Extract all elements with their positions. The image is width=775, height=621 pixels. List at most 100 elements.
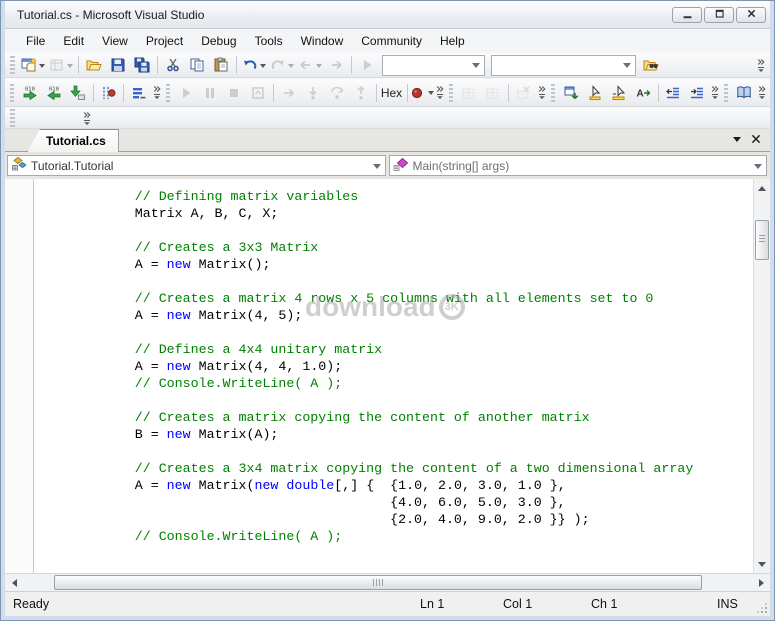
active-files-dropdown-button[interactable] [733, 137, 741, 146]
find-in-files-button[interactable] [639, 54, 663, 76]
obj-browser-icon [563, 85, 579, 101]
step-out-code-button[interactable]: 010 [42, 82, 66, 104]
new-breakpoint-grid-1-button[interactable] [457, 82, 481, 104]
stop-debugging-button[interactable] [222, 82, 246, 104]
code-editor[interactable]: // Defining matrix variables Matrix A, B… [34, 179, 753, 573]
types-combo[interactable]: Tutorial.Tutorial [7, 155, 386, 176]
vertical-scroll-thumb[interactable] [755, 220, 769, 260]
toolbar-options-button[interactable] [152, 82, 162, 104]
menu-project[interactable]: Project [137, 30, 192, 52]
copy-button[interactable] [185, 54, 209, 76]
scroll-right-button[interactable] [753, 574, 770, 591]
cut-button[interactable] [161, 54, 185, 76]
break-all-button[interactable] [198, 82, 222, 104]
menu-help[interactable]: Help [431, 30, 474, 52]
increase-indent-button[interactable] [685, 82, 709, 104]
menu-tools[interactable]: Tools [246, 30, 292, 52]
toolbar-options-button[interactable] [757, 82, 767, 104]
menu-debug[interactable]: Debug [192, 30, 245, 52]
play-icon [178, 85, 194, 101]
toggle-breakpoint-column-button[interactable] [96, 82, 120, 104]
new-breakpoint-grid-2-button[interactable] [481, 82, 505, 104]
bookmarks-button[interactable] [732, 82, 756, 104]
add-item-icon [49, 57, 65, 73]
step-into-button[interactable] [301, 82, 325, 104]
toolbar-grip[interactable] [551, 84, 555, 102]
scroll-down-button[interactable] [754, 556, 770, 573]
horizontal-scroll-thumb[interactable] [54, 575, 702, 590]
code-line [39, 324, 753, 341]
paste-button[interactable] [209, 54, 233, 76]
display-parameter-info-button[interactable] [607, 82, 631, 104]
code-line: B = new Matrix(A); [39, 426, 753, 443]
menu-community[interactable]: Community [352, 30, 431, 52]
menu-view[interactable]: View [93, 30, 137, 52]
horizontal-scroll-track[interactable] [22, 574, 753, 591]
toolbar-options-button[interactable] [80, 107, 93, 129]
new-project-button[interactable] [19, 54, 47, 76]
tab-tutorial-cs[interactable]: Tutorial.cs [27, 129, 119, 152]
display-quick-info-button[interactable] [583, 82, 607, 104]
add-new-item-button[interactable] [47, 54, 75, 76]
code-line: A = new Matrix(4, 4, 1.0); [39, 358, 753, 375]
hex-display-button[interactable]: Hex [379, 82, 403, 104]
maximize-icon [714, 6, 725, 24]
display-word-completion-button[interactable]: A [631, 82, 655, 104]
scroll-left-button[interactable] [5, 574, 22, 591]
open-file-button[interactable] [82, 54, 106, 76]
chevron-down-icon [316, 64, 322, 71]
code-line: // Defines a 4x4 unitary matrix [39, 341, 753, 358]
toolbar-options-button[interactable] [435, 82, 445, 104]
vertical-scroll-track[interactable] [754, 196, 770, 556]
standard-toolbar [5, 52, 770, 78]
import-data-button[interactable] [66, 82, 90, 104]
navigate-forward-button[interactable] [324, 54, 348, 76]
toolbar-grip[interactable] [10, 84, 14, 102]
toolbar-grip[interactable] [724, 84, 728, 102]
show-next-statement-button[interactable] [277, 82, 301, 104]
start-debugging-button[interactable] [174, 82, 198, 104]
code-line: A = new Matrix(); [39, 256, 753, 273]
redo-button[interactable] [268, 54, 296, 76]
solution-configurations-combo[interactable] [382, 55, 485, 76]
menu-edit[interactable]: Edit [54, 30, 93, 52]
menu-file[interactable]: File [17, 30, 54, 52]
decrease-indent-button[interactable] [661, 82, 685, 104]
members-combo[interactable]: Main(string[] args) [389, 155, 768, 176]
arrow-right-icon [759, 579, 768, 587]
step-out-button[interactable] [349, 82, 373, 104]
toolbar-grip[interactable] [10, 109, 15, 127]
chevron-down-icon [260, 64, 266, 71]
scroll-up-button[interactable] [754, 179, 770, 196]
toolbar-separator [508, 84, 509, 102]
start-debugging-quick-button[interactable] [355, 54, 379, 76]
restart-button[interactable] [246, 82, 270, 104]
minimize-button[interactable] [672, 7, 702, 23]
step-over-button[interactable] [325, 82, 349, 104]
toolbar-options-button[interactable] [537, 82, 547, 104]
close-document-button[interactable] [751, 134, 761, 144]
toolbar-grip[interactable] [10, 56, 15, 74]
indicator-margin[interactable] [5, 179, 34, 573]
arrow-up-icon [758, 182, 766, 191]
save-all-button[interactable] [130, 54, 154, 76]
empty-toolbar [5, 107, 770, 129]
display-object-browser-button[interactable] [559, 82, 583, 104]
memory-window-button[interactable] [410, 82, 434, 104]
close-button[interactable] [736, 7, 766, 23]
toolbar-grip[interactable] [449, 84, 453, 102]
maximize-button[interactable] [704, 7, 734, 23]
navigate-backward-button[interactable] [296, 54, 324, 76]
save-button[interactable] [106, 54, 130, 76]
delete-breakpoint-button[interactable] [512, 82, 536, 104]
toolbar-options-button[interactable] [710, 82, 720, 104]
menu-window[interactable]: Window [292, 30, 353, 52]
breakpoints-window-button[interactable] [127, 82, 151, 104]
toolbar-grip[interactable] [166, 84, 170, 102]
step-into-code-button[interactable]: 010 [18, 82, 42, 104]
undo-button[interactable] [240, 54, 268, 76]
code-line [39, 392, 753, 409]
toolbar-options-button[interactable] [754, 54, 767, 76]
find-combo[interactable] [491, 55, 636, 76]
resize-grip[interactable] [765, 611, 767, 613]
